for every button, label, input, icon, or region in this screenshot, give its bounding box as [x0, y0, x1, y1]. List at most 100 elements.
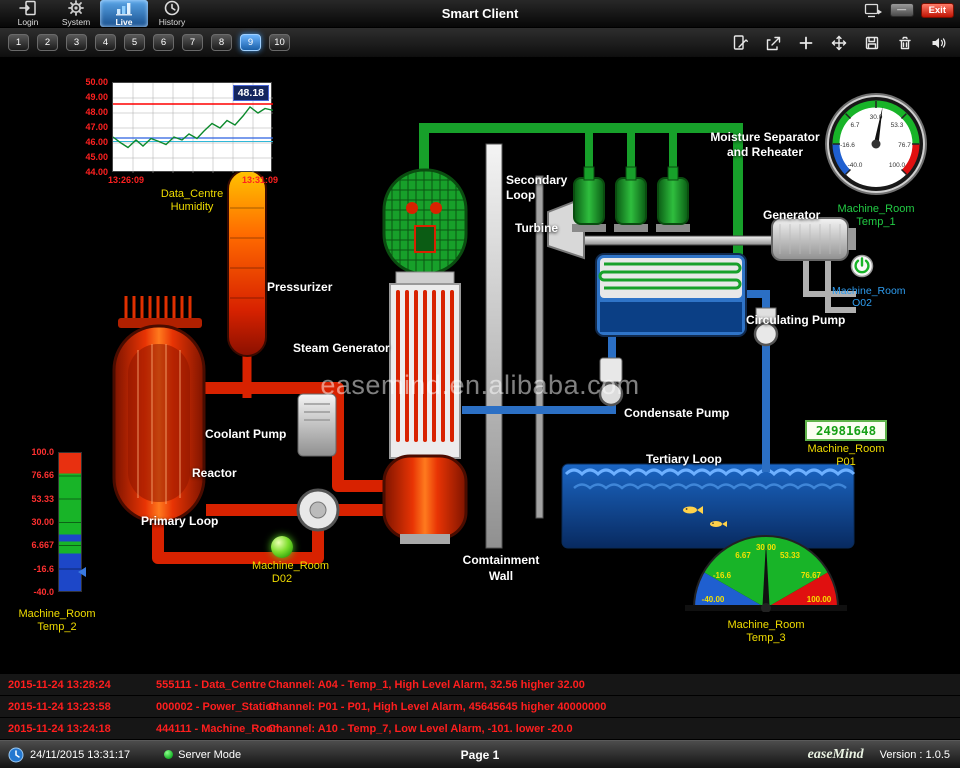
gauge-tick-label: -16.6 — [713, 571, 732, 580]
add-button[interactable] — [796, 33, 816, 53]
minimize-button[interactable]: — — [890, 3, 914, 17]
bar-gauge-temp2[interactable]: 100.0 76.66 53.33 30.00 6.667 -16.6 -40.… — [18, 450, 84, 598]
nav-history[interactable]: History — [148, 0, 196, 27]
label-tertiary-loop: Tertiary Loop — [646, 452, 722, 466]
steam-generator — [384, 170, 466, 544]
bar-tick-label: -16.6 — [18, 564, 54, 574]
tool-buttons — [730, 33, 960, 53]
gauge-tick-label: -40.00 — [702, 595, 725, 604]
server-status-dot — [164, 750, 173, 759]
page-buttons: 1 2 3 4 5 6 7 8 9 10 — [0, 34, 290, 51]
move-button[interactable] — [829, 33, 849, 53]
toolbar: 1 2 3 4 5 6 7 8 9 10 — [0, 28, 960, 58]
y-axis-tick: 49.00 — [74, 92, 108, 102]
gauge-tick-label: 53.33 — [780, 551, 801, 560]
condenser — [596, 254, 746, 336]
label-circulating-pump: Circulating Pump — [746, 313, 845, 327]
page-button-5[interactable]: 5 — [124, 34, 145, 51]
temp2-caption: Machine_RoomTemp_2 — [10, 608, 104, 634]
power-o02-caption: Machine_RoomO02 — [832, 285, 892, 309]
power-toggle-o02[interactable]: Machine_RoomO02 — [832, 254, 892, 309]
alarm-device: 555111 - Data_Centre — [156, 679, 268, 691]
exit-button[interactable]: Exit — [921, 3, 954, 18]
moisture-separator-units — [572, 167, 690, 232]
gauge-tick-label: -16.6 — [840, 142, 855, 149]
y-axis-tick: 44.00 — [74, 167, 108, 177]
y-axis-tick: 45.00 — [74, 152, 108, 162]
delete-button[interactable] — [895, 33, 915, 53]
x-axis-ticks: 13:26:09 13:31:09 — [108, 175, 278, 185]
nav-history-label: History — [159, 17, 185, 27]
bar-tick-label: 100.0 — [18, 447, 54, 457]
history-clock-icon — [164, 0, 180, 16]
bar-tick-label: 30.00 — [18, 517, 54, 527]
alarm-row[interactable]: 2015-11-24 13:24:18 444111 - Machine_Roo… — [0, 718, 960, 740]
containment-wall — [486, 144, 502, 548]
gauge-temp3[interactable]: -40.00 -16.6 6.67 30.00 53.33 76.67 100.… — [683, 518, 849, 645]
audio-button[interactable] — [928, 33, 948, 53]
gauge-temp1[interactable]: -40.0 -16.6 6.7 30.0 53.3 76.7 100.0 Mac… — [820, 92, 932, 229]
d02-caption: Machine_RoomD02 — [252, 560, 312, 586]
trend-chart-humidity[interactable]: 50.00 49.00 48.00 47.00 46.00 45.00 44.0… — [74, 78, 274, 218]
page-button-6[interactable]: 6 — [153, 34, 174, 51]
save-floppy-icon — [863, 34, 881, 52]
main-nav: Login System Live History — [0, 0, 196, 27]
page-button-2[interactable]: 2 — [37, 34, 58, 51]
lamp-indicator-d02[interactable]: Machine_RoomD02 — [252, 536, 312, 586]
page-button-10[interactable]: 10 — [269, 34, 290, 51]
trend-current-value: 48.18 — [233, 85, 269, 101]
login-icon — [19, 0, 37, 16]
gauge-tick-label: 76.7 — [898, 142, 911, 149]
y-axis-tick: 50.00 — [74, 77, 108, 87]
titlebar: Login System Live History Smart Client —… — [0, 0, 960, 28]
alarm-row[interactable]: 2015-11-24 13:23:58 000002 - Power_Stati… — [0, 696, 960, 718]
alarm-row[interactable]: 2015-11-24 13:28:24 555111 - Data_Centre… — [0, 674, 960, 696]
alarm-time: 2015-11-24 13:23:58 — [8, 701, 156, 713]
temp3-caption: Machine_RoomTemp_3 — [683, 619, 849, 645]
page-edit-button[interactable] — [730, 33, 750, 53]
nav-login[interactable]: Login — [4, 0, 52, 27]
page-button-1[interactable]: 1 — [8, 34, 29, 51]
server-mode: Server Mode — [164, 749, 241, 761]
gauge-tick-label: -40.0 — [848, 162, 863, 169]
page-button-9[interactable]: 9 — [240, 34, 261, 51]
nav-live-label: Live — [115, 17, 132, 27]
power-icon — [850, 254, 874, 278]
export-button[interactable] — [763, 33, 783, 53]
nav-system[interactable]: System — [52, 0, 100, 27]
numeric-display-p01[interactable]: 24981648 Machine_RoomP01 — [798, 420, 894, 469]
gauge-tick-label: 6.7 — [850, 122, 859, 129]
live-chart-icon — [115, 1, 133, 16]
page-button-3[interactable]: 3 — [66, 34, 87, 51]
label-secondary-loop: SecondaryLoop — [506, 173, 567, 203]
temp1-gauge-dial: -40.0 -16.6 6.7 30.0 53.3 76.7 100.0 — [824, 92, 928, 196]
nav-system-label: System — [62, 17, 90, 27]
bar-pointer — [78, 567, 86, 577]
clock-icon — [8, 747, 24, 763]
statusbar-clock: 24/11/2015 13:31:17 — [0, 747, 130, 763]
x-axis-start: 13:26:09 — [108, 175, 144, 185]
save-button[interactable] — [862, 33, 882, 53]
reactor — [114, 296, 204, 522]
page-button-7[interactable]: 7 — [182, 34, 203, 51]
export-icon — [764, 34, 782, 52]
screen-share-icon[interactable] — [864, 3, 883, 18]
alarm-message: Channel: A04 - Temp_1, High Level Alarm,… — [268, 679, 952, 691]
gauge-tick-label: 100.0 — [889, 162, 906, 169]
gauge-tick-label: 53.3 — [891, 122, 904, 129]
trend-plot-area: 48.18 — [112, 82, 272, 172]
alarm-time: 2015-11-24 13:24:18 — [8, 723, 156, 735]
page-button-4[interactable]: 4 — [95, 34, 116, 51]
y-axis-tick: 48.00 — [74, 107, 108, 117]
nav-live[interactable]: Live — [100, 0, 148, 27]
label-turbine: Turbine — [515, 221, 558, 235]
gear-icon — [68, 0, 84, 16]
y-axis-tick: 46.00 — [74, 137, 108, 147]
p01-caption: Machine_RoomP01 — [798, 443, 894, 469]
page-button-8[interactable]: 8 — [211, 34, 232, 51]
temp3-gauge-dial: -40.00 -16.6 6.67 30.00 53.33 76.67 100.… — [683, 518, 849, 612]
statusbar-right: easeMind Version : 1.0.5 — [808, 747, 960, 763]
alarm-device: 000002 - Power_Station — [156, 701, 268, 713]
bar-tick-label: 53.33 — [18, 494, 54, 504]
gauge-temp1-caption: Machine_RoomTemp_1 — [820, 203, 932, 229]
